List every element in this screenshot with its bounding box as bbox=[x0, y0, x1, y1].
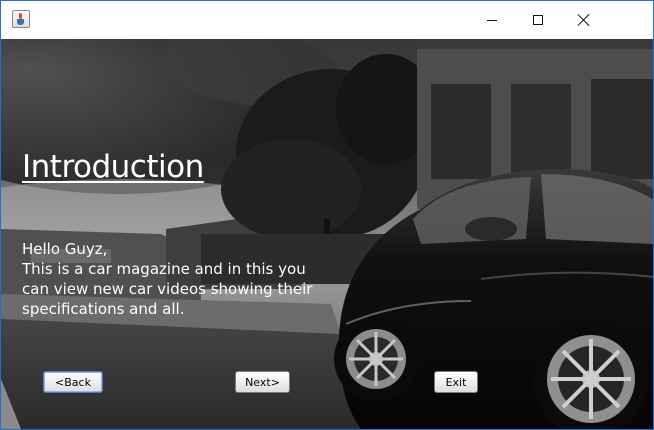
minimize-button[interactable] bbox=[469, 1, 515, 39]
maximize-button[interactable] bbox=[515, 1, 561, 39]
maximize-icon bbox=[533, 15, 543, 25]
content-panel: Introduction Hello Guyz, This is a car m… bbox=[1, 39, 653, 429]
page-title: Introduction bbox=[22, 149, 204, 185]
title-bar[interactable] bbox=[1, 1, 653, 39]
exit-button[interactable]: Exit bbox=[434, 371, 478, 393]
minimize-icon bbox=[487, 19, 497, 21]
close-button[interactable] bbox=[561, 1, 607, 39]
intro-line: specifications and all. bbox=[22, 300, 185, 318]
close-icon bbox=[577, 13, 591, 27]
app-window: Introduction Hello Guyz, This is a car m… bbox=[0, 0, 654, 430]
intro-line: can view new car videos showing their bbox=[22, 280, 313, 298]
java-cup-icon[interactable] bbox=[12, 10, 30, 28]
intro-text: Hello Guyz, This is a car magazine and i… bbox=[22, 239, 352, 319]
intro-line: Hello Guyz, bbox=[22, 240, 108, 258]
intro-line: This is a car magazine and in this you bbox=[22, 260, 306, 278]
next-button[interactable]: Next> bbox=[235, 371, 290, 393]
back-button[interactable]: <Back bbox=[43, 371, 103, 393]
